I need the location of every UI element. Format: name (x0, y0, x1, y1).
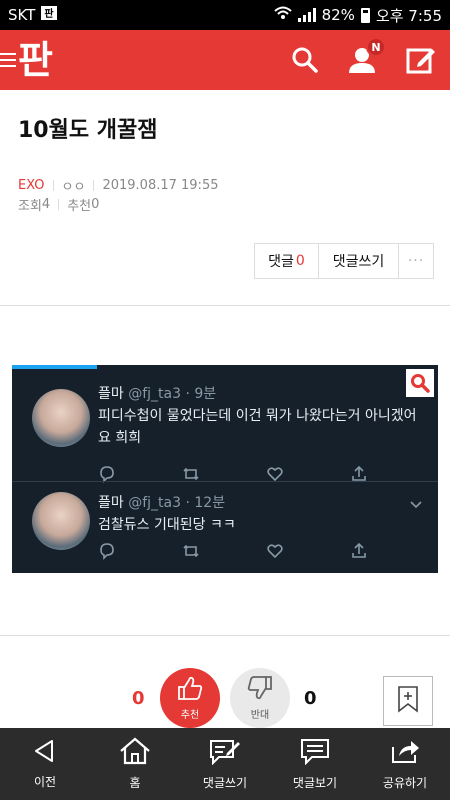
post-datetime: 2019.08.17 19:55 (102, 178, 219, 193)
views-label: 조회 (18, 199, 42, 214)
reply-icon (98, 542, 116, 564)
carrier-label: SKT (8, 6, 36, 24)
tweet-text: 검찰듀스 기대된당 ㅋㅋ (98, 517, 236, 533)
tweet-progress-bar (12, 365, 97, 369)
nav-home[interactable]: 홈 (90, 737, 180, 791)
embedded-tweet-image[interactable]: 플마 @fj_ta3 · 9분 피디수첩이 물었다는데 이건 뭐가 나왔다는거 … (12, 365, 438, 573)
divider (0, 305, 450, 306)
pann-app-icon: 판 (41, 6, 58, 24)
avatar (32, 492, 90, 550)
tweet-name: 플마 (98, 386, 124, 402)
nav-share-label: 공유하기 (382, 776, 428, 790)
post-title: 10월도 개꿀잼 (18, 118, 158, 143)
menu-icon[interactable] (0, 53, 16, 67)
home-icon (119, 737, 151, 774)
nav-back-label: 이전 (33, 775, 57, 789)
tweet-time: 9분 (194, 386, 217, 402)
oppose-button[interactable]: 반대 (230, 668, 290, 728)
tweet-time: 12분 (194, 495, 226, 511)
retweet-icon (182, 542, 200, 564)
post-author: ㅇㅇ (61, 180, 86, 195)
share-tweet-icon (350, 542, 368, 564)
battery-icon (360, 7, 370, 23)
recommend-label: 추천 (180, 710, 200, 721)
signal-icon (297, 8, 316, 22)
recommend-label: 추천 (67, 199, 92, 214)
views-count: 4 (41, 197, 51, 212)
nav-view-comments-label: 댓글보기 (292, 776, 338, 790)
thumbs-up-icon (176, 675, 204, 706)
battery-label: 82% (321, 6, 355, 24)
more-button[interactable]: ··· (399, 244, 433, 278)
tweet-name: 플마 (98, 495, 124, 511)
write-comment-icon (209, 737, 241, 774)
bottom-navigation: 이전 홈 댓글쓰기 댓글보기 공유하기 (0, 728, 450, 800)
view-comments-icon (300, 737, 330, 774)
tweet: 플마 @fj_ta3 · 9분 피디수첩이 물었다는데 이건 뭐가 나왔다는거 … (12, 379, 438, 491)
recommend-button[interactable]: 추천 (160, 668, 220, 728)
tweet-text: 피디수첩이 물었다는데 이건 뭐가 나왔다는거 아니겠어요 희희 (98, 408, 417, 446)
comments-count-button[interactable]: 댓글 0 (255, 244, 319, 278)
write-icon[interactable] (404, 43, 438, 77)
post-meta: EXO ㅇㅇ 2019.08.17 19:55 (18, 176, 218, 195)
comment-bar: 댓글 0 댓글쓰기 ··· (254, 243, 434, 279)
nav-back[interactable]: 이전 (0, 738, 90, 790)
search-icon[interactable] (288, 43, 322, 77)
wifi-icon (273, 6, 292, 24)
notification-badge[interactable]: N (366, 37, 386, 57)
tweet-header: 플마 @fj_ta3 · 12분 (98, 495, 226, 511)
comments-label: 댓글 (268, 254, 294, 270)
tweet-handle: @fj_ta3 (128, 495, 182, 511)
status-bar: SKT 판 82% 오후 7:55 (0, 0, 450, 30)
pann-logo[interactable]: 판 (18, 41, 53, 79)
app-header: 판 N (0, 30, 450, 90)
clock: 오후 7:55 (375, 6, 442, 25)
comments-count: 0 (295, 253, 305, 269)
tweet: 플마 @fj_ta3 · 12분 검찰듀스 기대된당 ㅋㅋ (12, 481, 438, 573)
bookmark-button[interactable] (383, 676, 433, 726)
svg-text:판: 판 (45, 7, 55, 20)
divider (0, 635, 450, 636)
avatar (32, 389, 90, 447)
nav-write-comment-label: 댓글쓰기 (202, 776, 248, 790)
share-icon (389, 737, 421, 774)
post-stats: 조회 4 추천 0 (18, 195, 99, 214)
back-icon (32, 738, 58, 773)
bookmark-add-icon (397, 685, 419, 717)
recommend-count: 0 (91, 197, 100, 212)
nav-view-comments[interactable]: 댓글보기 (270, 737, 360, 791)
recommend-vote-count: 0 (132, 688, 145, 709)
nav-write-comment[interactable]: 댓글쓰기 (180, 737, 270, 791)
profile-icon[interactable]: N (346, 37, 386, 77)
tweet-actions (98, 542, 368, 564)
tweet-header: 플마 @fj_ta3 · 9분 (98, 386, 217, 402)
oppose-label: 반대 (250, 710, 270, 721)
like-icon (266, 542, 284, 564)
nav-share[interactable]: 공유하기 (360, 737, 450, 791)
chevron-down-icon (410, 494, 422, 513)
write-comment-button[interactable]: 댓글쓰기 (319, 244, 399, 278)
oppose-vote-count: 0 (304, 688, 317, 709)
thumbs-down-icon (246, 675, 274, 706)
tweet-handle: @fj_ta3 (128, 386, 182, 402)
nav-home-label: 홈 (129, 776, 141, 790)
post-category[interactable]: EXO (18, 178, 45, 193)
